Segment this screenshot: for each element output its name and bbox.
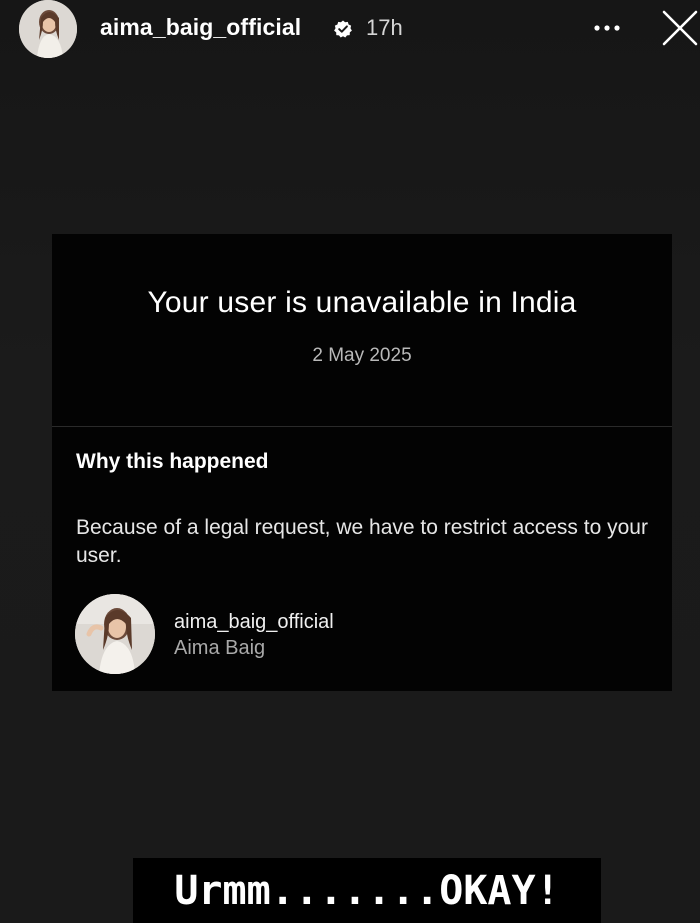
profile-avatar[interactable]: [19, 0, 77, 58]
profile-photo-icon: [19, 0, 77, 58]
close-icon[interactable]: [660, 8, 700, 48]
notice-header-section: Your user is unavailable in India 2 May …: [52, 234, 672, 427]
why-heading: Why this happened: [76, 450, 269, 473]
account-display-name: Aima Baig: [174, 637, 266, 659]
story-username[interactable]: aima_baig_official: [100, 14, 301, 41]
why-body-text: Because of a legal request, we have to r…: [76, 516, 648, 567]
story-timestamp: 17h: [366, 15, 403, 40]
caption-text: Urmm.......OKAY!: [174, 868, 560, 914]
more-options-icon[interactable]: [589, 16, 625, 40]
caption-sticker: Urmm.......OKAY!: [133, 858, 601, 923]
story-viewer: aima_baig_official 17h Your user is unav…: [0, 0, 700, 923]
notice-date: 2 May 2025: [312, 345, 412, 366]
story-header: aima_baig_official 17h: [0, 0, 700, 60]
account-avatar: [75, 594, 155, 674]
account-photo-icon: [75, 594, 155, 674]
notice-title: Your user is unavailable in India: [147, 286, 577, 319]
account-username: aima_baig_official: [174, 611, 334, 633]
restriction-notice-card: Your user is unavailable in India 2 May …: [52, 234, 672, 691]
verified-badge-icon: [334, 20, 352, 38]
